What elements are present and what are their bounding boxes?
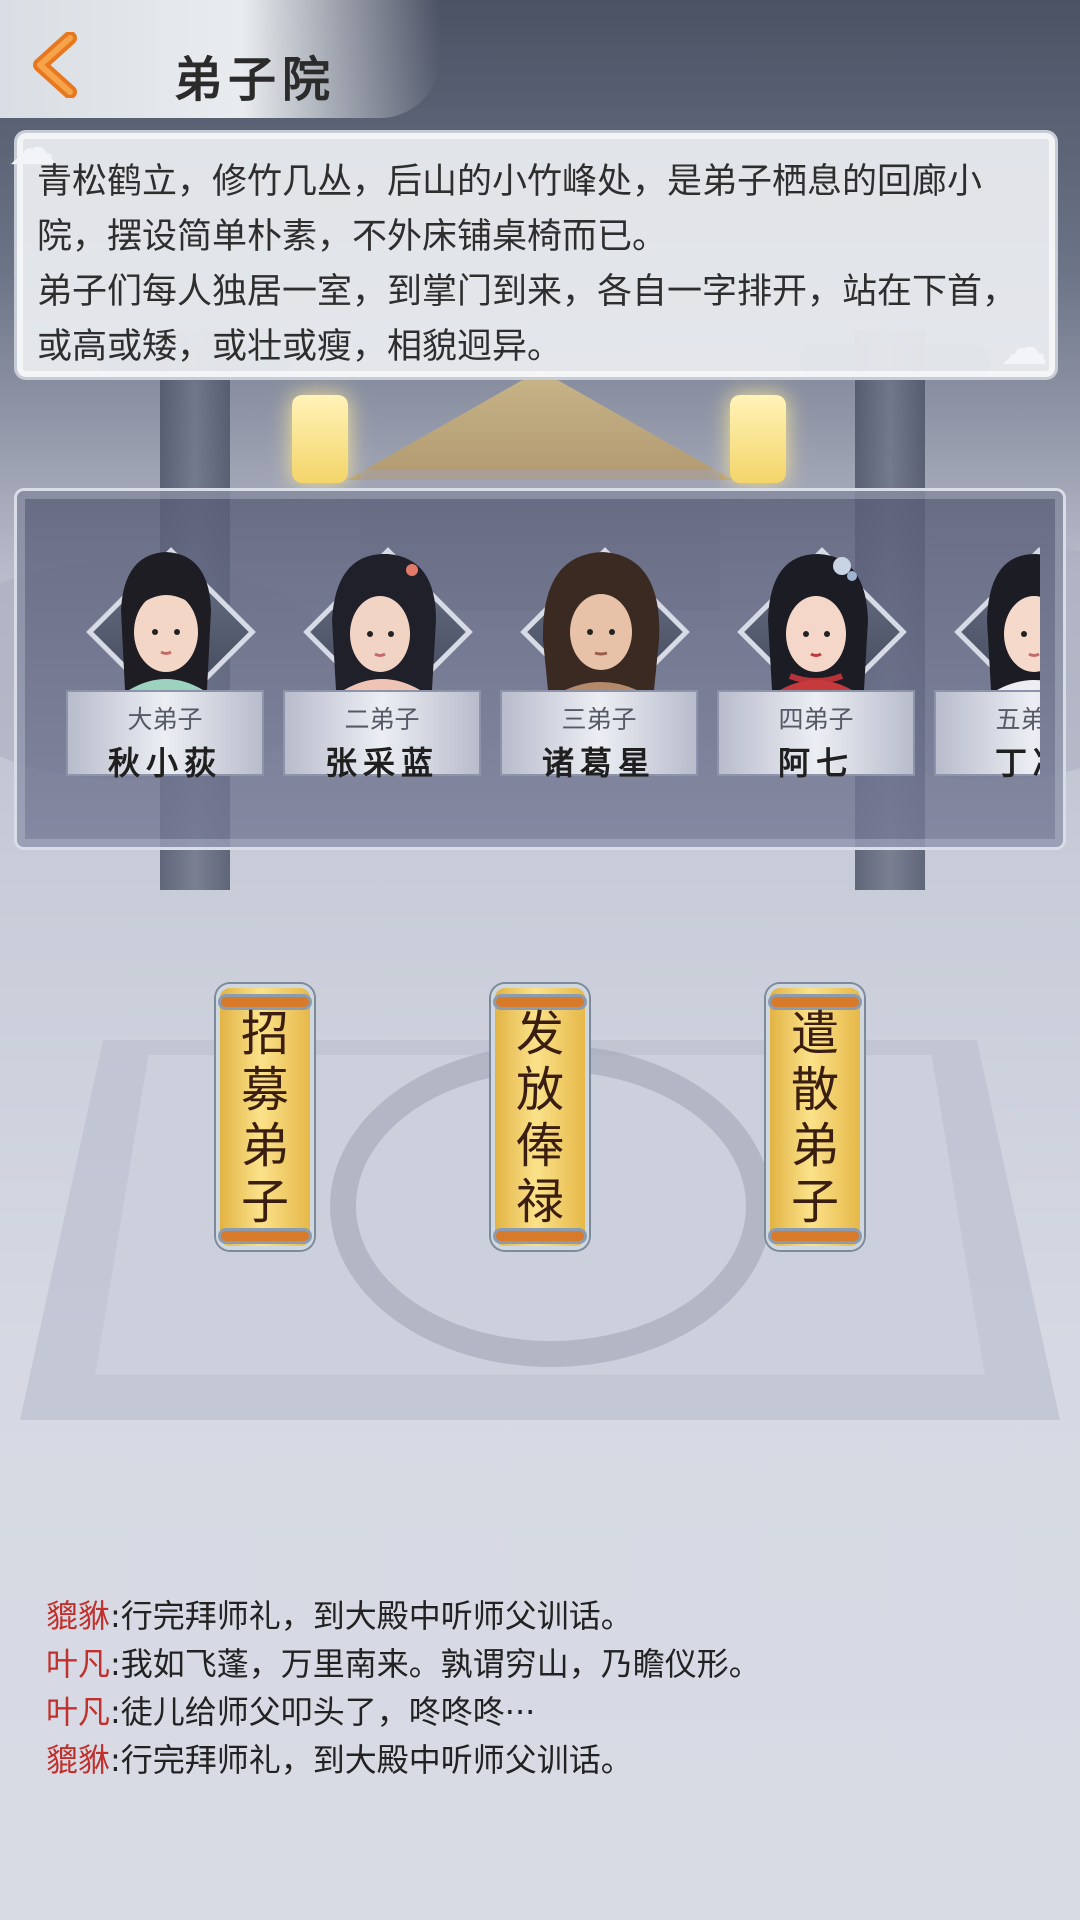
disciple-rank: 四弟子 bbox=[778, 705, 854, 734]
disciple-portrait bbox=[542, 552, 660, 714]
description-paragraph: 青松鹤立，修竹几丛，后山的小竹峰处，是弟子栖息的回廊小院，摆设简单朴素，不外床铺… bbox=[37, 162, 983, 257]
disciple-nameplate: 四弟子 阿七 bbox=[717, 690, 915, 782]
disciple-name: 张采蓝 bbox=[324, 744, 439, 782]
disciple-card[interactable]: 二弟子 张采蓝 bbox=[283, 520, 483, 782]
disciple-card[interactable]: 四弟子 阿七 bbox=[717, 520, 917, 782]
back-button[interactable] bbox=[26, 31, 86, 99]
disciple-portrait bbox=[121, 552, 211, 714]
disciple-rank: 大弟子 bbox=[127, 705, 203, 734]
log-line: 貔貅:行完拜师礼，到大殿中听师父训话。 bbox=[46, 1592, 1046, 1640]
disciple-portrait bbox=[768, 554, 868, 714]
page-title: 弟子院 bbox=[174, 52, 337, 108]
disciple-portrait bbox=[332, 553, 436, 714]
disciple-nameplate: 大弟子 秋小荻 bbox=[66, 690, 264, 782]
recruit-disciples-button[interactable]: 招募弟子 bbox=[212, 976, 318, 1258]
disciple-nameplate: 五弟子 丁凌 bbox=[934, 690, 1040, 782]
disciple-rank: 五弟子 bbox=[995, 705, 1040, 734]
dismiss-disciples-button[interactable]: 遣散弟子 bbox=[762, 976, 868, 1258]
log-speaker: 貔貅 bbox=[46, 1597, 111, 1635]
log-speaker: 叶凡 bbox=[46, 1645, 111, 1683]
log-text: :行完拜师礼，到大殿中听师父训话。 bbox=[110, 1597, 633, 1635]
description-paragraph: 弟子们每人独居一室，到掌门到来，各自一字排开，站在下首，或高或矮，或壮或瘦，相貌… bbox=[37, 272, 1018, 367]
disciple-rank: 二弟子 bbox=[344, 705, 420, 734]
log-line: 叶凡:我如飞蓬，万里南来。孰谓穷山，乃瞻仪形。 bbox=[46, 1640, 1046, 1688]
cloud-decoration: ☁ bbox=[1000, 320, 1048, 376]
message-log: 貔貅:行完拜师礼，到大殿中听师父训话。 叶凡:我如飞蓬，万里南来。孰谓穷山，乃瞻… bbox=[46, 1592, 1046, 1784]
pay-salary-label: 发放俸禄 bbox=[515, 1006, 564, 1230]
disciple-rank: 三弟子 bbox=[561, 705, 637, 734]
cloud-decoration: ☁ bbox=[8, 120, 56, 176]
disciple-portrait bbox=[987, 554, 1040, 714]
lantern-left bbox=[292, 395, 348, 483]
log-text: :徒儿给师父叩头了，咚咚咚··· bbox=[110, 1693, 536, 1731]
recruit-disciples-label: 招募弟子 bbox=[240, 1006, 289, 1230]
disciple-name: 秋小荻 bbox=[107, 744, 222, 782]
dismiss-disciples-label: 遣散弟子 bbox=[790, 1006, 839, 1230]
log-line: 貔貅:行完拜师礼，到大殿中听师父训话。 bbox=[46, 1736, 1046, 1784]
log-text: :我如飞蓬，万里南来。孰谓穷山，乃瞻仪形。 bbox=[110, 1645, 761, 1683]
temple-roof bbox=[346, 370, 734, 480]
lantern-right bbox=[730, 395, 786, 483]
disciple-nameplate: 三弟子 诸葛星 bbox=[500, 690, 698, 782]
disciple-card[interactable]: 大弟子 秋小荻 bbox=[66, 520, 266, 782]
description-box: 青松鹤立，修竹几丛，后山的小竹峰处，是弟子栖息的回廊小院，摆设简单朴素，不外床铺… bbox=[14, 130, 1058, 380]
disciple-name: 阿七 bbox=[777, 744, 854, 782]
disciple-name: 诸葛星 bbox=[541, 744, 656, 782]
disciple-card[interactable]: 五弟子 丁凌 bbox=[934, 520, 1040, 782]
disciple-nameplate: 二弟子 张采蓝 bbox=[283, 690, 481, 782]
header-bar: 弟子院 bbox=[0, 0, 440, 118]
chevron-left-icon bbox=[33, 31, 77, 99]
log-speaker: 叶凡 bbox=[46, 1693, 111, 1731]
pay-salary-button[interactable]: 发放俸禄 bbox=[487, 976, 593, 1258]
disciple-card[interactable]: 三弟子 诸葛星 bbox=[500, 520, 700, 782]
disciples-list[interactable]: 大弟子 秋小荻 二弟子 张采蓝 三弟子 诸葛星 四弟子 阿七 五弟 丁 bbox=[56, 520, 1040, 790]
log-speaker: 貔貅 bbox=[46, 1741, 111, 1779]
disciple-name: 丁凌 bbox=[994, 744, 1040, 782]
log-text: :行完拜师礼，到大殿中听师父训话。 bbox=[110, 1741, 633, 1779]
log-line: 叶凡:徒儿给师父叩头了，咚咚咚··· bbox=[46, 1688, 1046, 1736]
